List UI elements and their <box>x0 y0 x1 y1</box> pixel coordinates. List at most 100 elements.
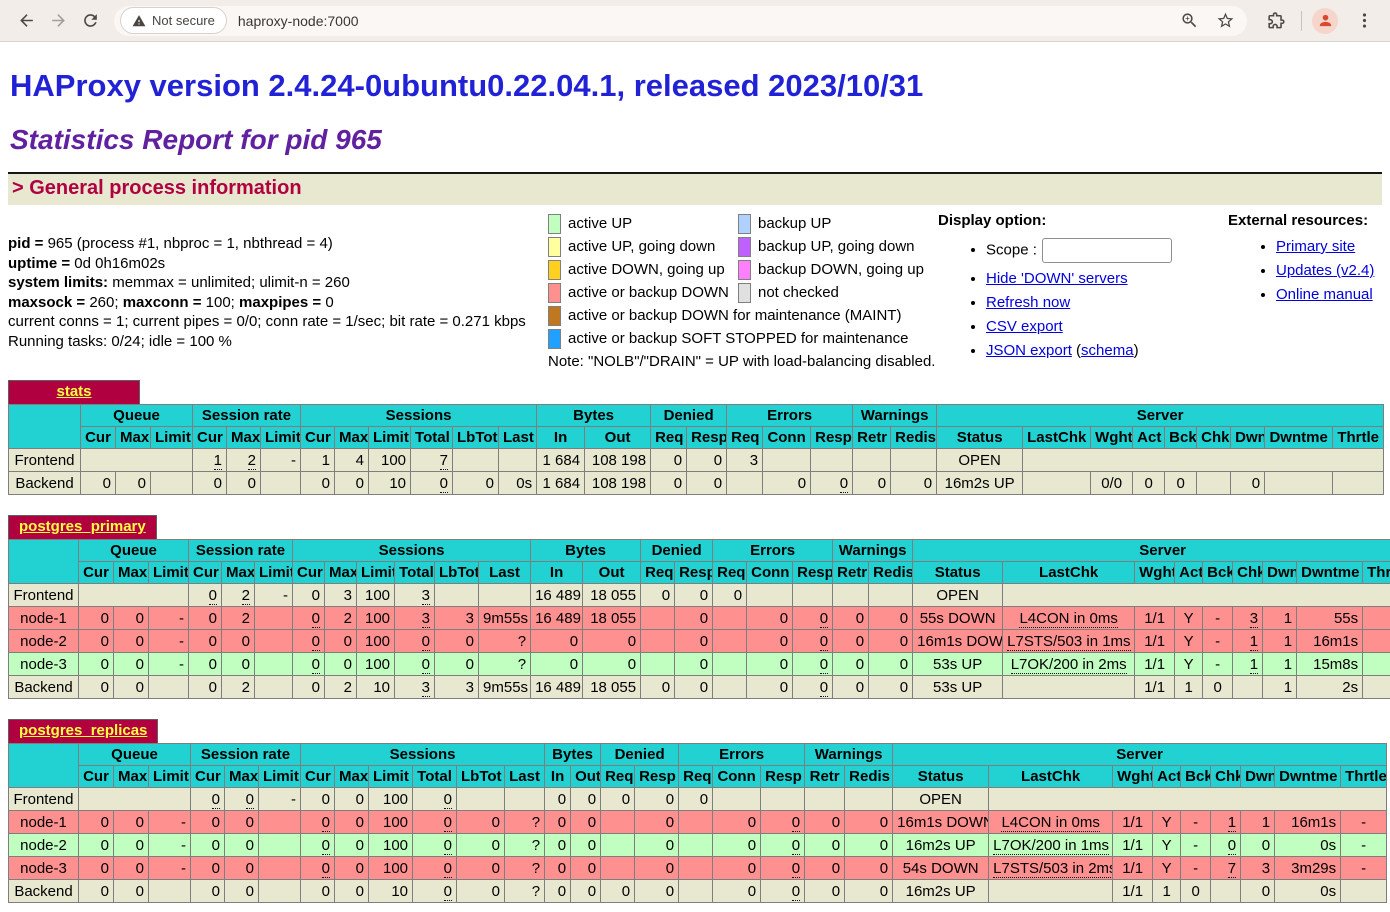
process-info-line: uptime = 0d 0h16m02s <box>8 254 548 274</box>
legend-item: active or backup SOFT STOPPED for mainte… <box>548 327 938 350</box>
stat-cell <box>1197 472 1231 495</box>
stat-cell <box>713 653 747 676</box>
stat-cell: ? <box>505 811 545 834</box>
stat-cell: 0 <box>891 472 937 495</box>
stat-cell <box>679 811 713 834</box>
stat-cell: 0 <box>413 811 457 834</box>
display-option-link[interactable]: Refresh now <box>986 294 1070 311</box>
legend-item: backup DOWN, going up <box>738 258 938 281</box>
page-title: HAProxy version 2.4.24-0ubuntu0.22.04.1,… <box>10 68 1382 104</box>
external-resource-link[interactable]: Primary site <box>1276 238 1355 255</box>
stat-cell: 53s UP <box>913 676 1003 699</box>
extensions-button[interactable] <box>1259 5 1291 37</box>
stat-cell: 0 <box>869 653 913 676</box>
proxy-name-link-postgres_primary[interactable]: postgres_primary <box>19 518 146 535</box>
toolbar-divider <box>1301 11 1302 31</box>
stat-cell: 2 <box>222 676 255 699</box>
column-header-req: Req <box>601 766 635 788</box>
menu-button[interactable] <box>1348 5 1380 37</box>
proxy-name-link-postgres_replicas[interactable]: postgres_replicas <box>19 722 147 739</box>
row-name-link-frontend[interactable]: Frontend <box>13 791 73 808</box>
external-resources-heading: External resources: <box>1228 212 1368 229</box>
row-name-link-node-2[interactable]: node-2 <box>20 837 67 854</box>
stat-cell: 0 <box>79 834 114 857</box>
reload-button[interactable] <box>74 5 106 37</box>
stat-cell <box>1363 630 1390 653</box>
not-secure-badge[interactable]: Not secure <box>120 7 227 34</box>
stat-cell: 0 <box>79 880 114 903</box>
stat-cell: 100 <box>357 653 395 676</box>
display-option-link[interactable]: Hide 'DOWN' servers <box>986 270 1128 287</box>
forward-button[interactable] <box>42 5 74 37</box>
column-header-cur: Cur <box>79 562 114 584</box>
stat-cell: 10 <box>369 472 411 495</box>
stat-cell: 0 <box>1231 472 1265 495</box>
row-name-link-backend[interactable]: Backend <box>14 679 72 696</box>
column-header-max: Max <box>225 766 259 788</box>
profile-avatar[interactable] <box>1312 8 1338 34</box>
proxy-name-link-stats[interactable]: stats <box>56 383 91 400</box>
stat-cell: 0 <box>227 472 261 495</box>
zoom-button[interactable] <box>1173 5 1205 37</box>
stat-cell: 0 <box>713 584 747 607</box>
row-name-link-backend[interactable]: Backend <box>15 475 73 492</box>
stat-cell <box>1363 676 1390 699</box>
row-name-link-node-3[interactable]: node-3 <box>20 656 67 673</box>
legend-item: not checked <box>738 281 938 304</box>
json-export-link[interactable]: JSON export <box>986 342 1072 359</box>
stat-cell: Y <box>1175 630 1203 653</box>
stat-cell: 0 <box>222 653 255 676</box>
stat-cell <box>259 834 301 857</box>
stat-cell <box>255 630 293 653</box>
column-header-dwntme: Dwntme <box>1275 766 1341 788</box>
row-name-link-frontend[interactable]: Frontend <box>13 587 73 604</box>
group-header-bytes: Bytes <box>531 540 641 562</box>
legend-item: backup UP <box>738 212 938 235</box>
column-header-max: Max <box>114 562 149 584</box>
stat-cell: 0 <box>79 653 114 676</box>
external-resource-link[interactable]: Online manual <box>1276 286 1373 303</box>
scope-input[interactable] <box>1042 238 1172 263</box>
stat-cell: 2 <box>325 607 357 630</box>
group-header-warnings: Warnings <box>853 405 937 427</box>
stat-cell: 2 <box>325 676 357 699</box>
row-name-link-node-1[interactable]: node-1 <box>20 610 67 627</box>
stat-cell: - <box>1181 811 1211 834</box>
column-header-limit: Limit <box>259 766 301 788</box>
status-legend: active UPbackup UPactive UP, going downb… <box>548 212 938 370</box>
stat-cell: 0 <box>293 676 325 699</box>
legend-item: backup UP, going down <box>738 235 938 258</box>
stat-cell: 16 489 <box>531 676 583 699</box>
stat-cell: ? <box>505 834 545 857</box>
row-name-cell: node-3 <box>9 653 79 676</box>
url-bar[interactable]: Not secure haproxy-node:7000 <box>114 6 1247 36</box>
row-name-link-backend[interactable]: Backend <box>14 883 72 900</box>
column-header-in: In <box>545 766 571 788</box>
row-name-link-node-3[interactable]: node-3 <box>20 860 67 877</box>
stat-cell: 108 198 <box>585 449 651 472</box>
stat-cell: 0 <box>869 607 913 630</box>
column-header-last: Last <box>479 562 531 584</box>
row-name-link-node-1[interactable]: node-1 <box>20 814 67 831</box>
stat-cell: 0 <box>687 472 727 495</box>
schema-link[interactable]: schema <box>1081 342 1134 359</box>
stat-cell: 0 <box>301 472 335 495</box>
stat-cell <box>811 449 853 472</box>
column-header-max: Max <box>335 427 369 449</box>
stat-cell: 0 <box>545 857 571 880</box>
column-header-limit: Limit <box>149 766 191 788</box>
row-name-cell: Frontend <box>9 584 79 607</box>
external-resource-link[interactable]: Updates (v2.4) <box>1276 262 1374 279</box>
column-header-wght: Wght <box>1113 766 1153 788</box>
bookmark-button[interactable] <box>1209 5 1241 37</box>
display-option-link[interactable]: CSV export <box>986 318 1063 335</box>
stat-cell: 1/1 <box>1135 607 1175 630</box>
row-name-link-node-2[interactable]: node-2 <box>20 633 67 650</box>
back-button[interactable] <box>10 5 42 37</box>
schema-paren-close: ) <box>1134 342 1139 359</box>
stat-cell <box>1211 880 1241 903</box>
stat-cell <box>713 676 747 699</box>
row-name-link-frontend[interactable]: Frontend <box>14 452 74 469</box>
stat-cell: 3 <box>727 449 763 472</box>
stat-cell: 0 <box>675 653 713 676</box>
